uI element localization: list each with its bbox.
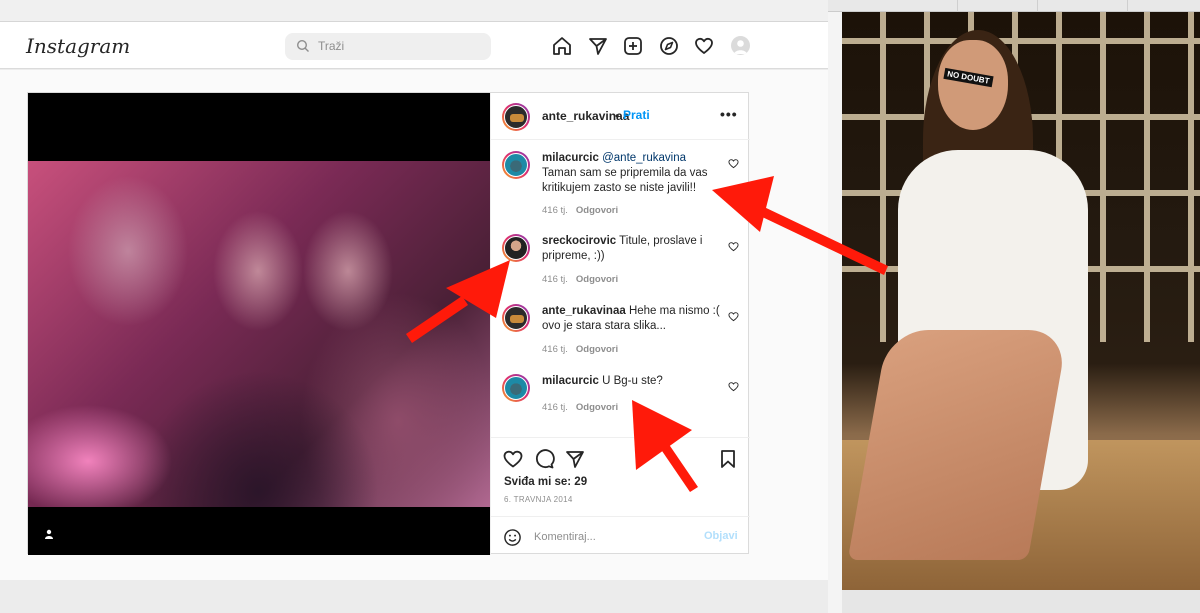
post-image — [28, 161, 490, 507]
comment-text-block: milacurcic U Bg-u ste? — [542, 374, 722, 389]
browser-bottom-area — [0, 580, 828, 613]
post-header: ante_rukavinaa • Prati ••• — [491, 93, 750, 140]
reply-button[interactable]: Odgovori — [576, 205, 618, 216]
post-card: ante_rukavinaa • Prati ••• milacurcic @a… — [27, 92, 750, 555]
activity-icon[interactable] — [693, 35, 715, 57]
comment-text: U Bg-u ste? — [602, 375, 663, 387]
comment-meta: 416 tj. Odgovori — [542, 344, 618, 355]
comment-like-icon[interactable] — [728, 158, 739, 169]
side-photo: NO DOUBT — [828, 0, 1200, 613]
comment-username[interactable]: milacurcic — [542, 152, 599, 164]
browser-top-strip — [0, 0, 828, 22]
comment-time[interactable]: 416 tj. — [542, 344, 568, 355]
reply-button[interactable]: Odgovori — [576, 344, 618, 355]
photo-left-edge — [828, 12, 842, 613]
tagged-user-icon[interactable] — [44, 529, 54, 539]
browser-window: Instagram Traži ante_rukavinaa • Prati •… — [0, 0, 828, 613]
owner-avatar[interactable] — [502, 103, 530, 131]
share-icon[interactable] — [564, 448, 586, 470]
comment-text-block: ante_rukavinaa Hehe ma nismo :( ovo je s… — [542, 304, 722, 334]
home-icon[interactable] — [551, 35, 573, 57]
post-actions: Sviđa mi se: 29 6. TRAVNJA 2014 Objavi — [491, 437, 750, 557]
instagram-header: Instagram Traži — [0, 22, 828, 69]
comment-time[interactable]: 416 tj. — [542, 274, 568, 285]
new-post-icon[interactable] — [622, 35, 644, 57]
explore-icon[interactable] — [658, 35, 680, 57]
comment-meta: 416 tj. Odgovori — [542, 402, 618, 413]
reply-button[interactable]: Odgovori — [576, 402, 618, 413]
comment-username[interactable]: milacurcic — [542, 375, 599, 387]
post-date[interactable]: 6. TRAVNJA 2014 — [504, 495, 573, 504]
commenter-avatar[interactable] — [502, 151, 530, 179]
comment-input[interactable] — [534, 529, 684, 545]
comment-item: ante_rukavinaa Hehe ma nismo :( ovo je s… — [491, 304, 750, 362]
comment-like-icon[interactable] — [728, 381, 739, 392]
follow-button[interactable]: Prati — [623, 108, 650, 122]
commenter-avatar[interactable] — [502, 234, 530, 262]
comment-item: sreckocirovic Titule, proslave i priprem… — [491, 234, 750, 292]
post-photo[interactable] — [28, 93, 490, 555]
comment-item: milacurcic @ante_rukavina Taman sam se p… — [491, 151, 750, 221]
post-comment-button[interactable]: Objavi — [704, 530, 738, 542]
comment-meta: 416 tj. Odgovori — [542, 274, 618, 285]
comment-icon[interactable] — [533, 448, 555, 470]
search-icon — [296, 39, 309, 52]
comment-text-block: sreckocirovic Titule, proslave i priprem… — [542, 234, 722, 264]
comment-username[interactable]: sreckocirovic — [542, 235, 616, 247]
like-count[interactable]: Sviđa mi se: 29 — [504, 476, 587, 488]
post-sidebar: ante_rukavinaa • Prati ••• milacurcic @a… — [490, 93, 750, 555]
profile-icon[interactable] — [731, 36, 750, 55]
search-placeholder: Traži — [318, 39, 345, 53]
woman-face — [938, 40, 1008, 130]
separator-dot: • — [615, 109, 620, 123]
commenter-avatar[interactable] — [502, 304, 530, 332]
comment-time[interactable]: 416 tj. — [542, 402, 568, 413]
reply-button[interactable]: Odgovori — [576, 274, 618, 285]
comment-username[interactable]: ante_rukavinaa — [542, 305, 626, 317]
comment-like-icon[interactable] — [728, 311, 739, 322]
screenshot-stage: Instagram Traži ante_rukavinaa • Prati •… — [0, 0, 1200, 613]
comment-text: Taman sam se pripremila da vas kritikuje… — [542, 167, 708, 194]
comment-time[interactable]: 416 tj. — [542, 205, 568, 216]
comment-meta: 416 tj. Odgovori — [542, 205, 618, 216]
comment-like-icon[interactable] — [728, 241, 739, 252]
add-comment-bar: Objavi — [491, 516, 750, 556]
instagram-logo[interactable]: Instagram — [26, 34, 130, 58]
save-bookmark-icon[interactable] — [717, 448, 739, 470]
comment-mention[interactable]: @ante_rukavina — [602, 152, 686, 164]
emoji-icon[interactable] — [503, 528, 522, 547]
browser-tab-strip — [828, 0, 1200, 12]
studio-floor — [842, 590, 1200, 613]
comment-text-block: milacurcic @ante_rukavina Taman sam se p… — [542, 151, 722, 196]
like-icon[interactable] — [502, 448, 524, 470]
comment-item: milacurcic U Bg-u ste? 416 tj. Odgovori — [491, 374, 750, 419]
commenter-avatar[interactable] — [502, 374, 530, 402]
search-box[interactable]: Traži — [285, 33, 491, 60]
more-options-icon[interactable]: ••• — [720, 106, 738, 122]
direct-icon[interactable] — [587, 35, 609, 57]
